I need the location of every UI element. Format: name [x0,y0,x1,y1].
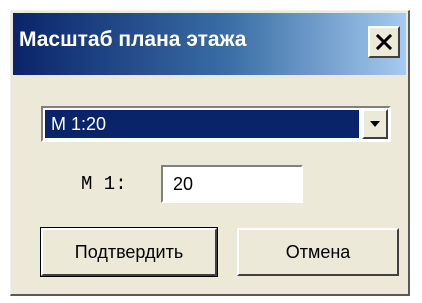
confirm-button[interactable]: Подтвердить [40,227,218,277]
window-title: Масштаб плана этажа [19,28,247,51]
dropdown-arrow-button[interactable] [362,109,388,139]
title-bar[interactable]: Масштаб плана этажа [13,13,406,75]
cancel-button[interactable]: Отмена [237,228,399,276]
scale-dropdown[interactable]: M 1:20 [41,106,391,142]
close-icon [375,33,393,51]
scale-dialog: Масштаб плана этажа M 1:20 M 1: Подтверд… [10,10,410,296]
scale-input[interactable] [161,165,303,203]
scale-dropdown-value: M 1:20 [45,110,359,138]
close-button[interactable] [368,26,400,58]
chevron-down-icon [370,121,380,127]
scale-label: M 1: [81,173,127,195]
